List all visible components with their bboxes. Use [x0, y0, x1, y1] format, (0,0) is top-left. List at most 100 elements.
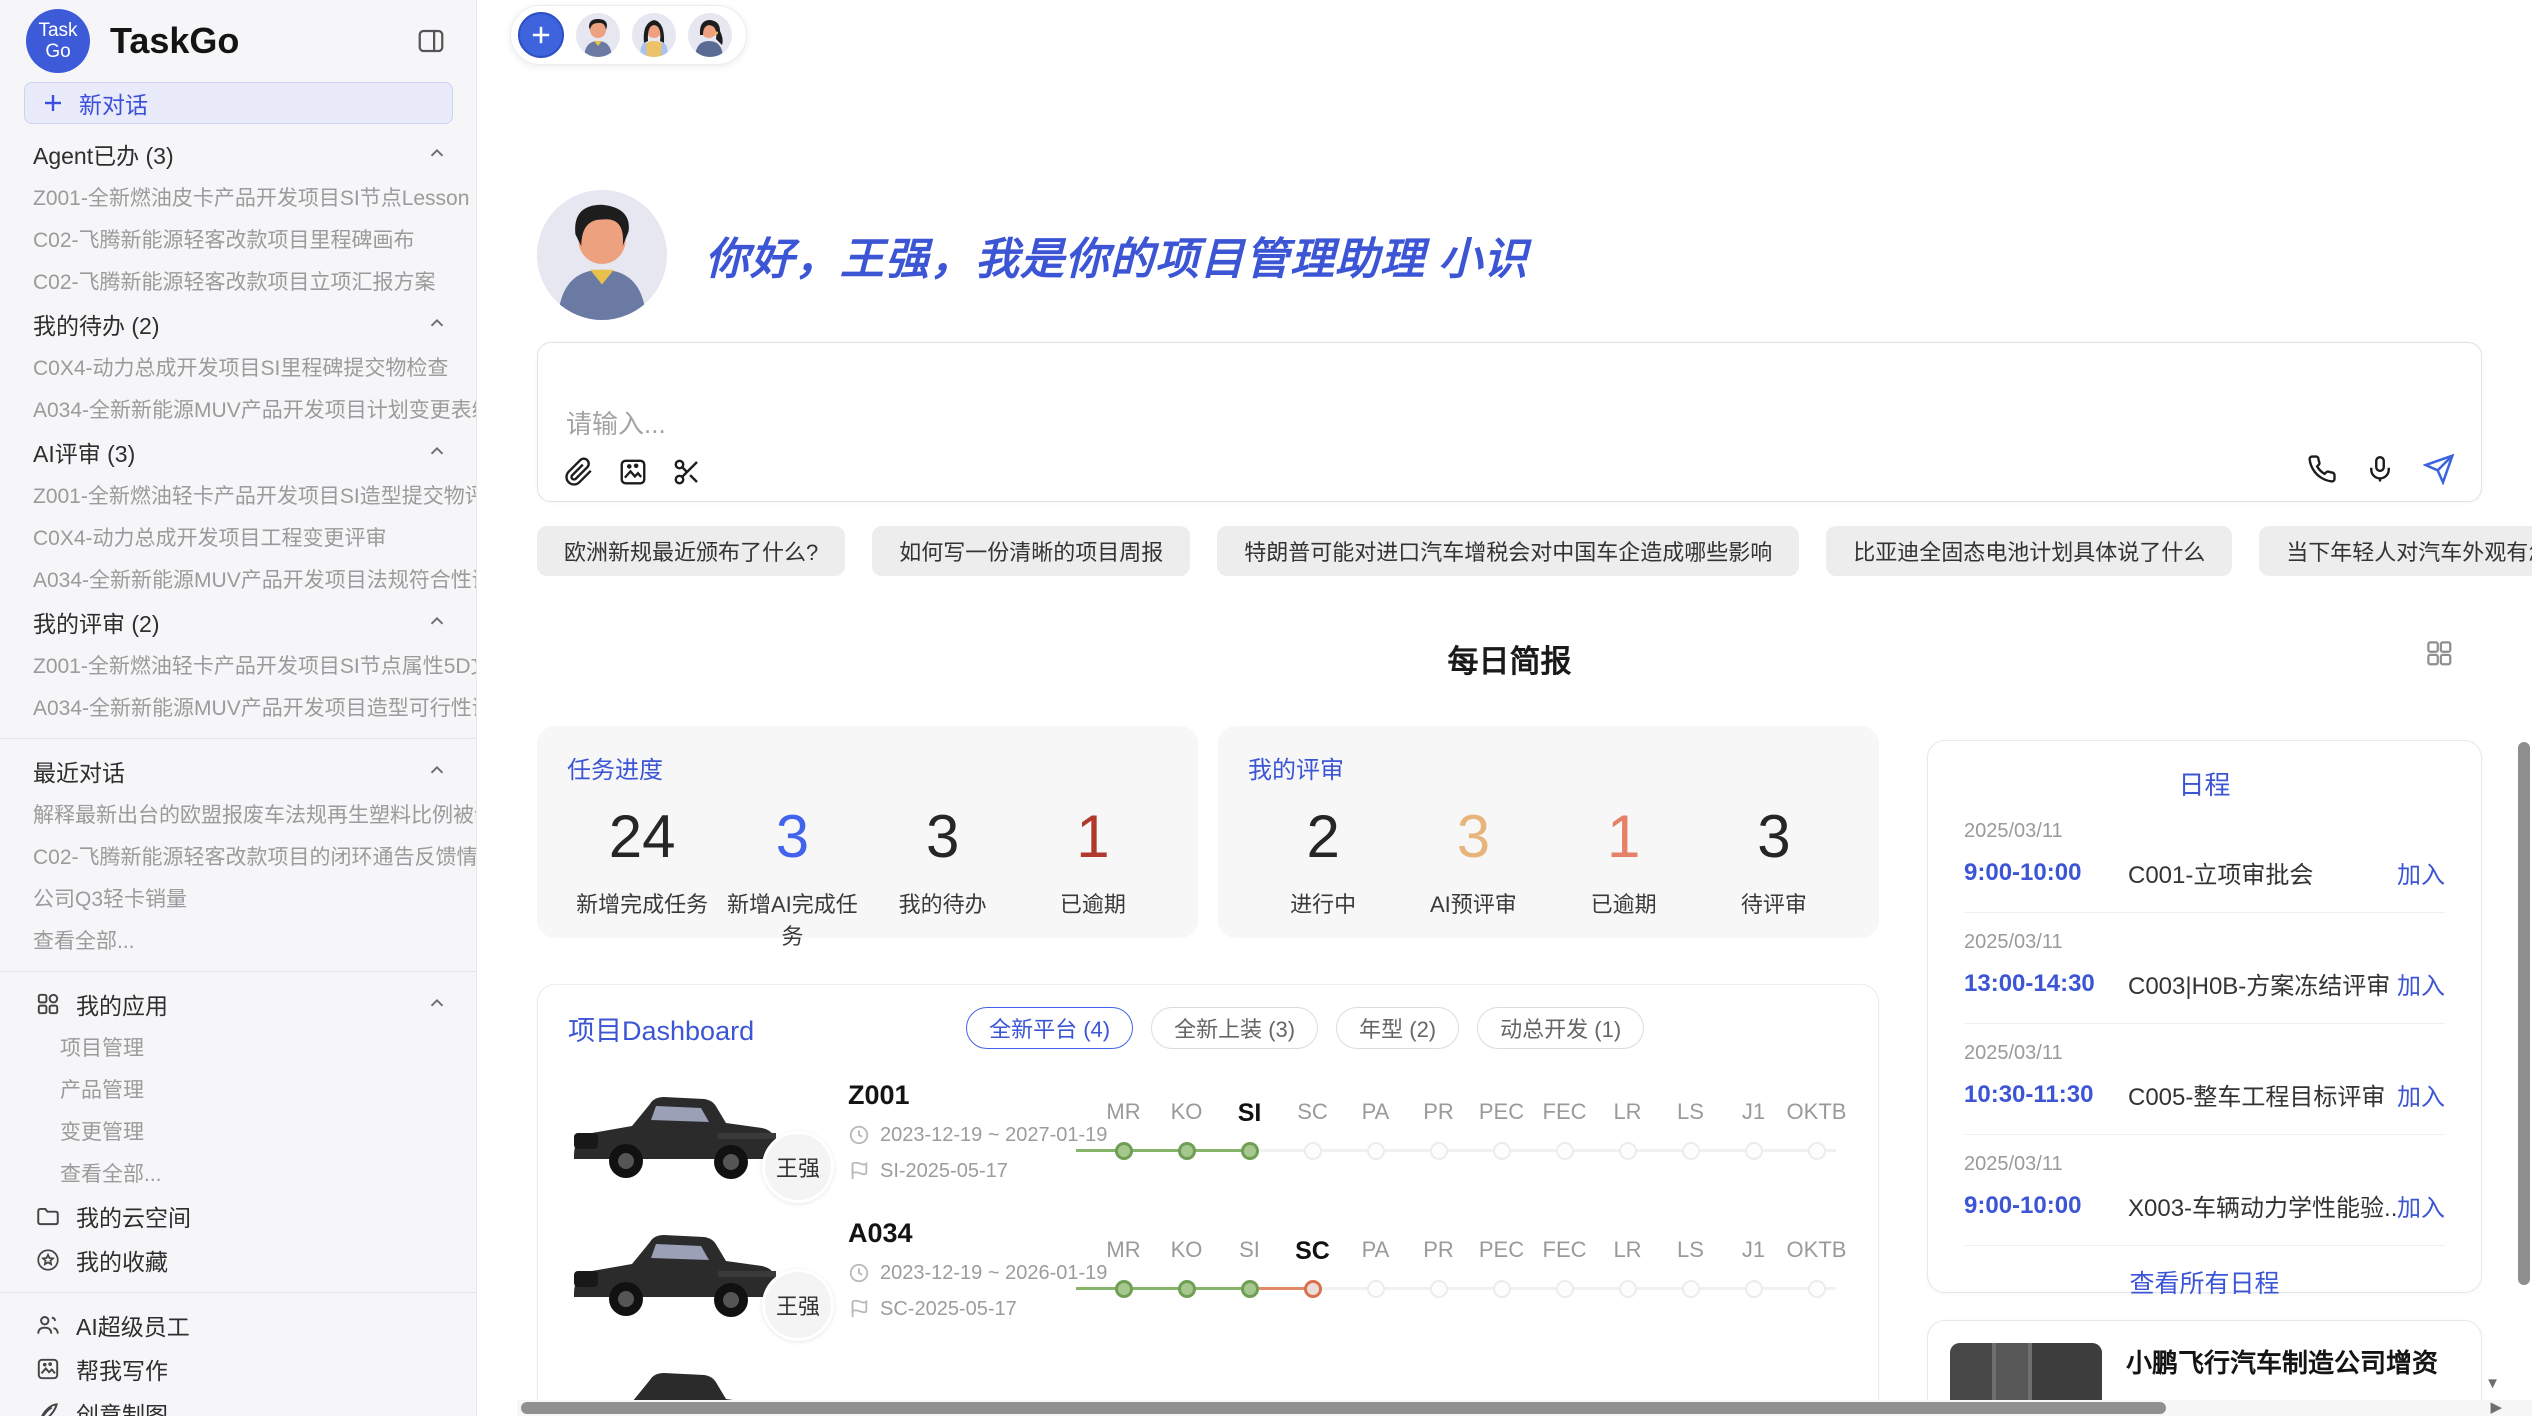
agent-avatar-2[interactable]	[632, 13, 676, 57]
scroll-right-arrow-icon[interactable]: ▶	[2490, 1401, 2502, 1415]
send-button[interactable]	[2423, 453, 2455, 485]
sidebar-item-ai-super-staff[interactable]: AI超级员工	[0, 1303, 476, 1347]
sidebar-item-creative-drawing[interactable]: 创意制图	[0, 1391, 476, 1416]
suggestion-chip[interactable]: 特朗普可能对进口汽车增税会对中国车企造成哪些影响	[1217, 526, 1799, 576]
sidebar-item[interactable]: C02-飞腾新能源轻客改款项目里程碑画布	[0, 218, 476, 260]
schedule-date: 2025/03/11	[1964, 931, 2445, 954]
project-date-range: 2023-12-19 ~ 2027-01-19	[880, 1124, 1107, 1147]
right-column: 日程 2025/03/11 9:00-10:00 C001-立项审批会 加入 2…	[1927, 726, 2482, 1416]
attach-file-button[interactable]	[564, 457, 594, 487]
layout-grid-icon	[2424, 638, 2454, 668]
tab-powertrain-dev[interactable]: 动总开发 (1)	[1477, 1007, 1644, 1049]
section-label: Agent已办 (3)	[33, 137, 174, 171]
tab-year-model[interactable]: 年型 (2)	[1336, 1007, 1459, 1049]
chevron-up-icon	[426, 611, 448, 633]
sidebar-item-change-management[interactable]: 变更管理	[0, 1110, 476, 1152]
suggestion-chip[interactable]: 欧洲新规最近颁布了什么?	[537, 526, 845, 576]
sidebar-item-cloud-space[interactable]: 我的云空间	[0, 1194, 476, 1238]
chat-input[interactable]	[566, 409, 2066, 440]
task-progress-title: 任务进度	[567, 750, 1168, 785]
suggestion-chip[interactable]: 当下年轻人对汽车外观有怎样的喜好趋势	[2259, 526, 2532, 576]
add-agent-button[interactable]	[518, 12, 564, 58]
section-label: AI评审 (3)	[33, 435, 135, 469]
milestone-label: LS	[1677, 1237, 1704, 1262]
sidebar-item[interactable]: C0X4-动力总成开发项目SI里程碑提交物检查	[0, 346, 476, 388]
project-info: Z001 2023-12-19 ~ 2027-01-19 SI-2025-05-…	[848, 1080, 1086, 1183]
schedule-name: C001-立项审批会	[2128, 855, 2397, 890]
vertical-scrollbar-thumb[interactable]	[2518, 742, 2530, 1285]
join-button[interactable]: 加入	[2397, 855, 2445, 890]
app-logo: Task Go	[26, 9, 90, 73]
sidebar-item[interactable]: C02-飞腾新能源轻客改款项目立项汇报方案	[0, 260, 476, 302]
plus-icon	[527, 21, 555, 49]
join-button[interactable]: 加入	[2397, 1077, 2445, 1112]
sidebar-item[interactable]: A034-全新新能源MUV产品开发项目计划变更表编写	[0, 388, 476, 430]
horizontal-scrollbar-thumb[interactable]	[521, 1402, 2166, 1414]
project-row-z001[interactable]: 王强 Z001 2023-12-19 ~ 2027-01-19 SI-2025-…	[568, 1075, 1848, 1187]
join-button[interactable]: 加入	[2397, 1188, 2445, 1223]
project-media: 王强	[568, 1213, 820, 1325]
creative-drawing-label: 创意制图	[76, 1396, 168, 1416]
recent-chat-item[interactable]: C02-飞腾新能源轻客改款项目的闭环通告反馈情况	[0, 835, 476, 877]
tab-all-new-body[interactable]: 全新上装 (3)	[1151, 1007, 1318, 1049]
sidebar-item[interactable]: Z001-全新燃油轻卡产品开发项目SI节点属性5D文件评审	[0, 644, 476, 686]
scroll-down-arrow-icon[interactable]: ▼	[2485, 1375, 2500, 1392]
sidebar-item-project-management[interactable]: 项目管理	[0, 1026, 476, 1068]
tab-all-new-platform[interactable]: 全新平台 (4)	[966, 1007, 1133, 1049]
upload-image-button[interactable]	[618, 457, 648, 487]
horizontal-scrollbar[interactable]	[517, 1400, 2532, 1416]
view-all-schedule-link[interactable]: 查看所有日程	[1964, 1264, 2445, 1300]
layout-toggle-button[interactable]	[2424, 638, 2454, 668]
stat-label: AI预评审	[1398, 887, 1548, 919]
schedule-item: 2025/03/11 10:30-11:30 C005-整车工程目标评审 加入	[1964, 1024, 2445, 1135]
join-button[interactable]: 加入	[2397, 966, 2445, 1001]
project-owner-badge: 王强	[762, 1131, 834, 1203]
microphone-button[interactable]	[2365, 454, 2395, 484]
sidebar-item[interactable]: C0X4-动力总成开发项目工程变更评审	[0, 516, 476, 558]
sidebar-item[interactable]: A034-全新新能源MUV产品开发项目造型可行性评审	[0, 686, 476, 728]
project-row-a034[interactable]: 王强 A034 2023-12-19 ~ 2026-01-19 SC-2025-…	[568, 1213, 1848, 1325]
suggestion-chip[interactable]: 如何写一份清晰的项目周报	[872, 526, 1190, 576]
milestone-dot-pending	[1745, 1280, 1763, 1298]
voice-call-button[interactable]	[2307, 454, 2337, 484]
sidebar-item[interactable]: Z001-全新燃油轻卡产品开发项目SI造型提交物评审	[0, 474, 476, 516]
milestone-dot-pending	[1619, 1142, 1637, 1160]
milestone-label: LS	[1677, 1099, 1704, 1124]
new-chat-button[interactable]: 新对话	[24, 82, 453, 124]
section-header-recent-chats[interactable]: 最近对话	[0, 749, 476, 793]
section-label: 我的待办 (2)	[33, 307, 160, 341]
project-info: A034 2023-12-19 ~ 2026-01-19 SC-2025-05-…	[848, 1218, 1086, 1321]
project-date-range: 2023-12-19 ~ 2026-01-19	[880, 1262, 1107, 1285]
view-all-chats-link[interactable]: 查看全部...	[0, 919, 476, 961]
section-header-my-todo[interactable]: 我的待办 (2)	[0, 302, 476, 346]
sidebar-header: Task Go TaskGo	[0, 10, 476, 72]
milestone-dot-pending	[1430, 1142, 1448, 1160]
sidebar-collapse-button[interactable]	[416, 26, 446, 56]
agent-avatar-3[interactable]	[688, 13, 732, 57]
scissors-icon	[672, 457, 702, 487]
section-header-ai-review[interactable]: AI评审 (3)	[0, 430, 476, 474]
sidebar-item-favorites[interactable]: 我的收藏	[0, 1238, 476, 1282]
sidebar-item-product-management[interactable]: 产品管理	[0, 1068, 476, 1110]
milestone-dot-pending	[1430, 1280, 1448, 1298]
section-header-my-review[interactable]: 我的评审 (2)	[0, 600, 476, 644]
view-all-apps-link[interactable]: 查看全部...	[0, 1152, 476, 1194]
screenshot-button[interactable]	[672, 457, 702, 487]
section-header-agent-done[interactable]: Agent已办 (3)	[0, 132, 476, 176]
agent-avatar-1[interactable]	[576, 13, 620, 57]
sidebar-item-my-apps[interactable]: 我的应用	[0, 982, 476, 1026]
schedule-time: 9:00-10:00	[1964, 859, 2116, 887]
sidebar-item[interactable]: Z001-全新燃油皮卡产品开发项目SI节点Lesson Learn报告	[0, 176, 476, 218]
recent-chat-item[interactable]: 公司Q3轻卡销量	[0, 877, 476, 919]
milestone-label-current: SI	[1238, 1099, 1262, 1127]
my-review-title: 我的评审	[1248, 750, 1849, 785]
recent-chat-item[interactable]: 解释最新出台的欧盟报废车法规再生塑料比例被调至15%...	[0, 793, 476, 835]
suggestion-chip[interactable]: 比亚迪全固态电池计划具体说了什么	[1826, 526, 2232, 576]
sidebar-item[interactable]: A034-全新新能源MUV产品开发项目法规符合性评审	[0, 558, 476, 600]
stat-my-todo: 3 我的待办	[868, 795, 1018, 951]
milestone-label: J1	[1742, 1099, 1765, 1124]
task-progress-stats: 24 新增完成任务 3 新增AI完成任务 3 我的待办	[567, 795, 1168, 951]
milestone-dot-pending	[1556, 1142, 1574, 1160]
input-tools-right	[2307, 453, 2455, 485]
sidebar-item-help-me-write[interactable]: 帮我写作	[0, 1347, 476, 1391]
